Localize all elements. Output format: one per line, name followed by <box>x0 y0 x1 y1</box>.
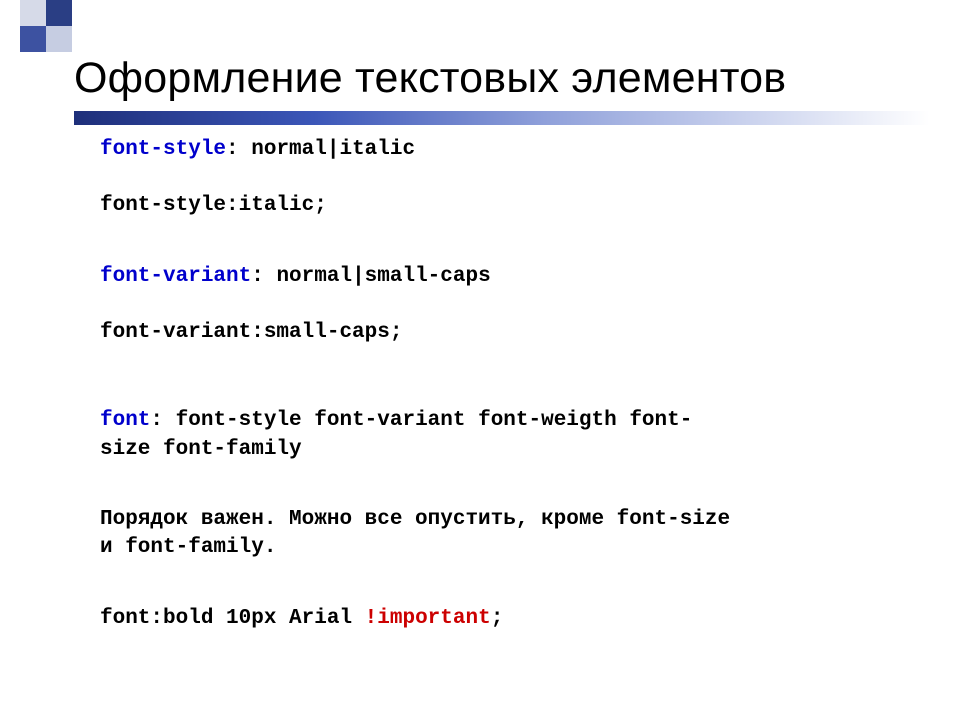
title-underline <box>74 111 930 125</box>
code-line: size font-family <box>100 436 890 464</box>
slide: Оформление текстовых элементов font-styl… <box>0 0 960 720</box>
code-line: font-variant:small-caps; <box>100 319 890 347</box>
note-line: и font-family. <box>100 534 890 562</box>
decoration-square <box>20 0 46 26</box>
slide-title: Оформление текстовых элементов <box>74 54 930 111</box>
title-block: Оформление текстовых элементов <box>74 54 930 125</box>
css-property: font-variant <box>100 265 251 288</box>
semicolon: ; <box>491 607 504 630</box>
css-values: normal|italic <box>251 138 415 161</box>
css-property: font <box>100 409 150 432</box>
code-line: font-style:italic; <box>100 192 890 220</box>
colon: : <box>150 409 175 432</box>
css-values: normal|small-caps <box>276 265 490 288</box>
decoration-square <box>46 0 72 26</box>
colon: : <box>226 138 251 161</box>
decoration-square <box>20 26 46 52</box>
note-line: Порядок важен. Можно все опустить, кроме… <box>100 506 890 534</box>
code-line: font:bold 10px Arial !important; <box>100 605 890 633</box>
decoration-square <box>46 26 72 52</box>
css-important: !important <box>365 607 491 630</box>
colon: : <box>251 265 276 288</box>
css-declaration: font:bold 10px Arial <box>100 607 365 630</box>
css-values: font-style font-variant font-weigth font… <box>176 409 693 432</box>
code-line: font: font-style font-variant font-weigt… <box>100 407 890 435</box>
code-line: font-style: normal|italic <box>100 136 890 164</box>
slide-content: font-style: normal|italic font-style:ita… <box>100 136 890 633</box>
code-line: font-variant: normal|small-caps <box>100 263 890 291</box>
css-property: font-style <box>100 138 226 161</box>
